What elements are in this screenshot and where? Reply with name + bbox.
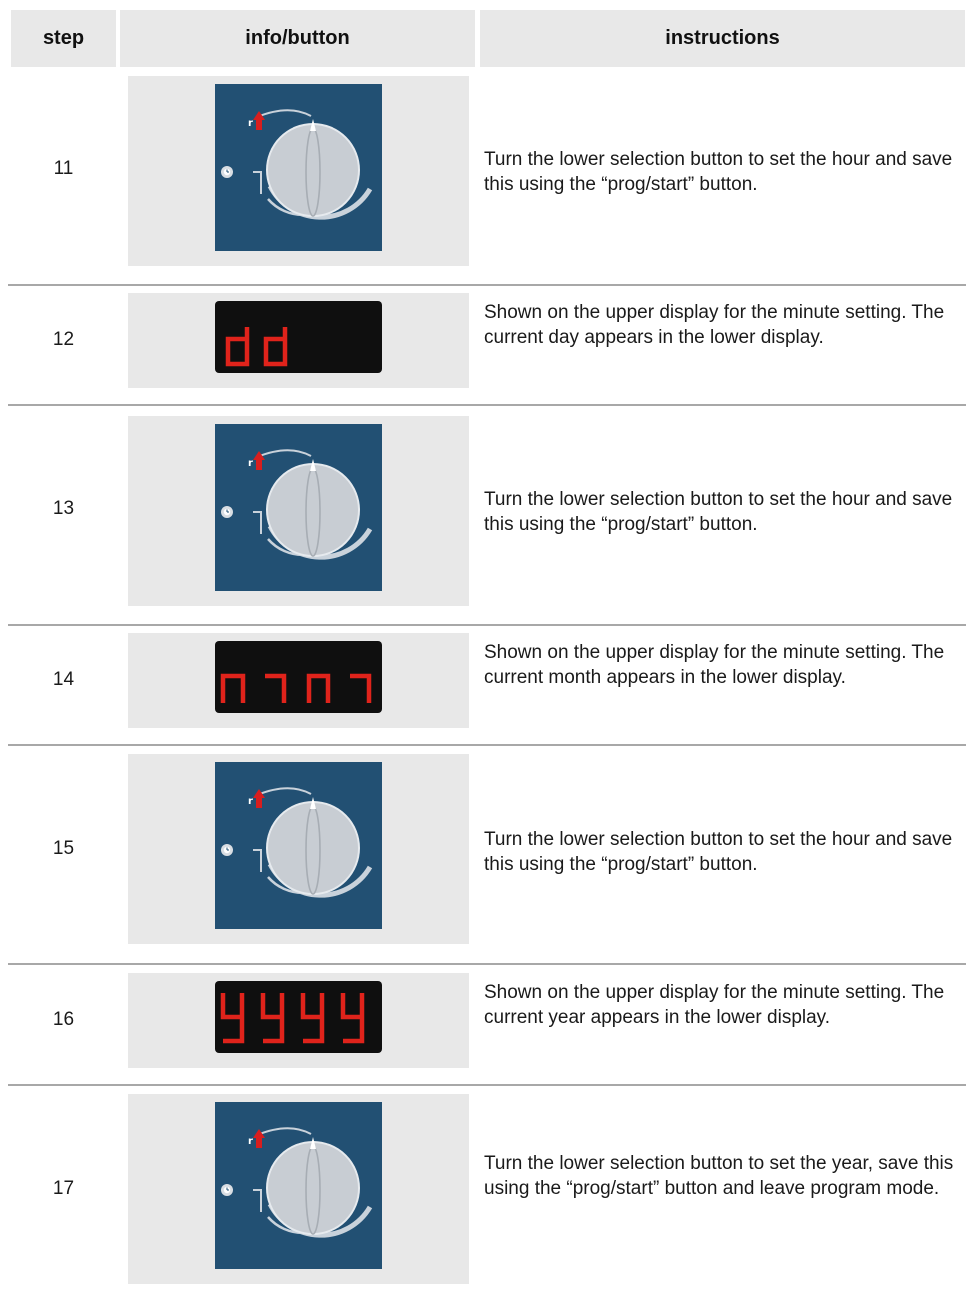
- display-dd-icon: [225, 327, 288, 367]
- table-row: 17 r Turn the lower selection button to …: [0, 1094, 966, 1284]
- selector-dial-icon: r: [215, 762, 382, 929]
- instruction-text: Shown on the upper display for the minut…: [484, 982, 945, 1028]
- row-divider: [8, 624, 966, 626]
- table-row: 14 Shown on the upper display for the mi…: [0, 633, 966, 728]
- display-yyyy-icon: [220, 993, 365, 1044]
- info-cell: [128, 633, 469, 728]
- step-number: 17: [52, 1178, 75, 1199]
- step-number: 13: [52, 498, 75, 519]
- seven-segment-display: [215, 641, 382, 713]
- table-row: 13 r Turn the lower selection button to …: [0, 416, 966, 606]
- instruction-text: Turn the lower selection button to set t…: [484, 1153, 954, 1199]
- header-step: step: [11, 10, 116, 67]
- header-info-button: info/button: [120, 10, 475, 67]
- selector-dial-icon: r: [215, 1102, 382, 1269]
- table-row: 11 r Turn the lower selection button to …: [0, 76, 966, 266]
- step-number: 16: [52, 1009, 75, 1030]
- header-instructions: instructions: [480, 10, 965, 67]
- row-divider: [8, 963, 966, 965]
- table-row: 12 Shown on the upper display for the mi…: [0, 293, 966, 388]
- instruction-text: Shown on the upper display for the minut…: [484, 642, 945, 688]
- svg-text:r: r: [248, 118, 253, 129]
- row-divider: [8, 284, 966, 286]
- row-divider: [8, 404, 966, 406]
- selector-dial-icon: r: [215, 424, 382, 591]
- info-cell: r: [128, 754, 469, 944]
- instruction-text: Turn the lower selection button to set t…: [484, 829, 953, 875]
- selector-dial-icon: r: [215, 84, 382, 251]
- svg-text:r: r: [248, 796, 253, 807]
- step-number: 14: [52, 669, 75, 690]
- info-cell: r: [128, 416, 469, 606]
- svg-text:r: r: [248, 458, 253, 469]
- display-mm-icon: [220, 673, 372, 703]
- seven-segment-display: [215, 981, 382, 1053]
- table-row: 15 r Turn the lower selection button to …: [0, 754, 966, 944]
- step-number: 11: [53, 158, 74, 179]
- row-divider: [8, 744, 966, 746]
- step-number: 15: [52, 838, 75, 859]
- info-cell: [128, 973, 469, 1068]
- step-number: 12: [52, 329, 75, 350]
- table-row: 16 Shown on the upper display for the mi…: [0, 973, 966, 1068]
- info-cell: r: [128, 1094, 469, 1284]
- instruction-text: Shown on the upper display for the minut…: [484, 302, 945, 348]
- info-cell: [128, 293, 469, 388]
- instruction-text: Turn the lower selection button to set t…: [484, 489, 953, 535]
- instruction-text: Turn the lower selection button to set t…: [484, 149, 953, 195]
- info-cell: r: [128, 76, 469, 266]
- svg-text:r: r: [248, 1136, 253, 1147]
- row-divider: [8, 1084, 966, 1086]
- seven-segment-display: [215, 301, 382, 373]
